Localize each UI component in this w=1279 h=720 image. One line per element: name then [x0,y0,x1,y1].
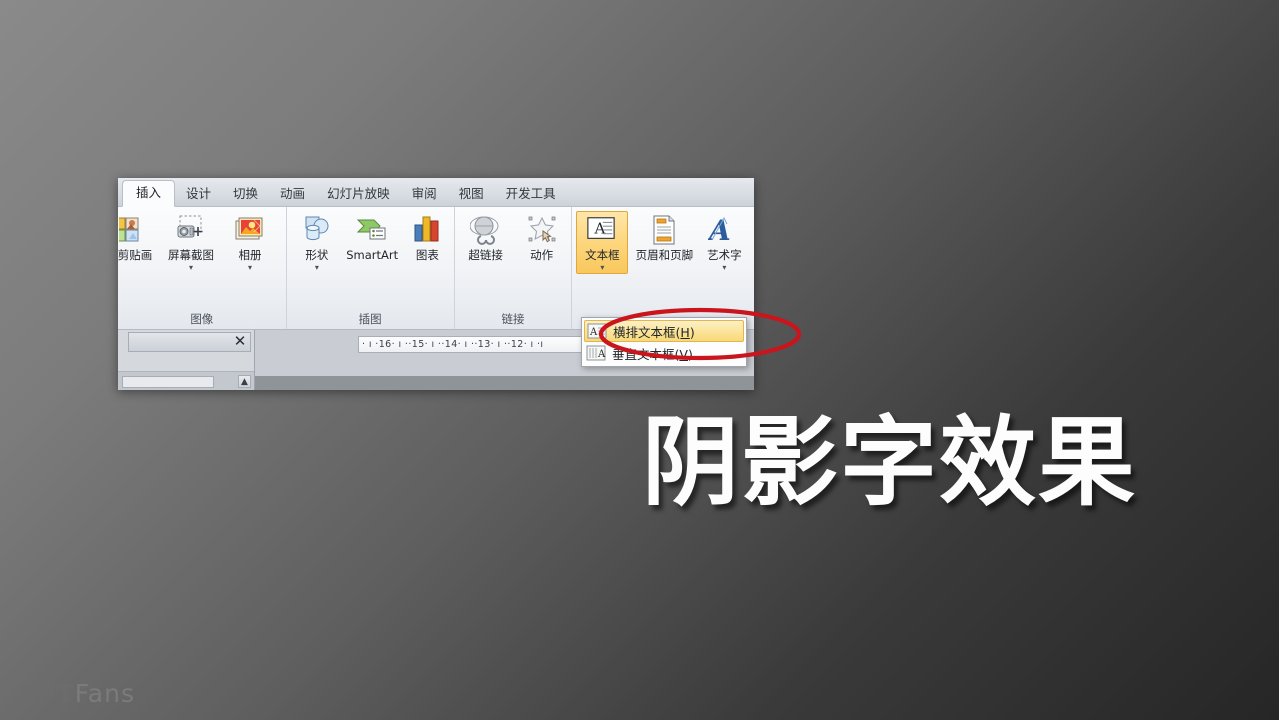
watermark-bold-part: PPT [18,679,75,708]
tab-label: 设计 [186,186,212,201]
hyperlink-icon [469,214,502,246]
tab-label: 审阅 [411,186,437,201]
tab-label: 动画 [280,186,306,201]
ribbon-group-items: A 文本框 ▾ 页眉和页脚 A 艺术字 ▾ [572,207,754,310]
smartart-icon [356,214,388,246]
ribbon-button-shapes[interactable]: 形状 ▾ [291,211,343,272]
ribbon-button-label: 页眉和页脚 [635,248,694,262]
ribbon-button-label: SmartArt [346,248,399,262]
pptfans-watermark: PPTFans [18,680,135,708]
ribbon-button-label: 图表 [415,248,439,262]
ribbon-button-label: 动作 [530,248,554,262]
tab-label: 插入 [136,185,162,200]
ribbon-group-label: 图像 [190,312,214,326]
ribbon-group-links: 超链接 动作 链接 [455,207,573,329]
scroll-up-icon[interactable]: ▲ [238,375,251,388]
svg-text:A: A [597,349,606,360]
menu-item-label: 横排文本框(H) [613,324,695,340]
page-title: 阴影字效果 [642,406,1137,519]
tab-label: 幻灯片放映 [327,186,390,201]
ribbon-group-items: 形状 ▾ SmartArt 图表 [287,207,454,310]
ribbon-button-wordart[interactable]: A 艺术字 ▾ [700,211,748,272]
watermark-light-part: Fans [74,679,135,708]
screenshot-icon [175,214,207,246]
ribbon-group-label: 插图 [358,312,382,326]
ribbon-button-label: 剪贴画 [118,248,153,262]
tab-animations[interactable]: 动画 [269,182,316,207]
tab-review[interactable]: 审阅 [401,182,448,207]
ribbon-button-label: 艺术字 [707,248,742,262]
ribbon-button-label: 形状 [305,248,329,262]
tab-view[interactable]: 视图 [448,182,495,207]
tab-slideshow[interactable]: 幻灯片放映 [316,182,401,207]
slide-canvas: 插入 设计 切换 动画 幻灯片放映 审阅 视图 开发工具 剪贴画 屏幕截图 ▾ … [0,0,1279,720]
ribbon-button-action[interactable]: 动作 [514,211,570,262]
svg-text:A: A [708,214,731,246]
chevron-down-icon[interactable]: ▾ [315,264,319,272]
ribbon-button-label: 相册 [238,248,262,262]
ribbon-group-images: 剪贴画 屏幕截图 ▾ 相册 ▾ 图像 [118,207,287,329]
chevron-down-icon[interactable]: ▾ [189,264,193,272]
menu-item-label: 垂直文本框(V) [612,346,693,362]
chevron-down-icon[interactable]: ▾ [248,264,252,272]
slides-outline-pane: ✕ ▲ [118,330,255,390]
chart-icon [411,214,443,246]
ribbon-tab-strip: 插入 设计 切换 动画 幻灯片放映 审阅 视图 开发工具 [118,178,754,207]
svg-text:A: A [589,327,598,338]
close-icon[interactable]: ✕ [232,333,248,349]
text-box-icon: A [586,214,618,246]
tab-developer[interactable]: 开发工具 [495,182,567,207]
tab-label: 切换 [233,186,259,201]
ribbon-button-label: 文本框 [585,248,620,262]
ribbon-group-items: 超链接 动作 [455,207,572,310]
ribbon-button-smartart[interactable]: SmartArt [343,211,401,262]
ribbon-group-label: 链接 [501,312,525,326]
shapes-icon [301,214,333,246]
ribbon-button-photo-album[interactable]: 相册 ▾ [222,211,278,272]
wordart-icon: A [708,214,740,246]
clipart-icon [119,214,151,246]
ribbon-button-label: 屏幕截图 [168,248,214,262]
tab-label: 视图 [458,186,484,201]
ribbon-body: 剪贴画 屏幕截图 ▾ 相册 ▾ 图像 形状 ▾ SmartArt 图表 插图 超… [118,207,754,330]
header-footer-icon [648,214,680,246]
text-box-dropdown-menu: A 横排文本框(H) A 垂直文本框(V) [581,317,747,367]
horizontal-text-box-icon: A [587,322,607,340]
pane-footer: ▲ [118,371,254,390]
chevron-down-icon[interactable]: ▾ [722,264,726,272]
ribbon-group-items: 剪贴画 屏幕截图 ▾ 相册 ▾ [118,207,286,310]
slide-thumbnail[interactable] [122,376,214,388]
menu-item-horizontal-text-box[interactable]: A 横排文本框(H) [584,320,744,342]
ribbon-group-text: A 文本框 ▾ 页眉和页脚 A 艺术字 ▾ [572,207,754,329]
tab-insert[interactable]: 插入 [122,180,176,207]
ribbon-button-clipart[interactable]: 剪贴画 [118,211,160,262]
powerpoint-screenshot-window: 插入 设计 切换 动画 幻灯片放映 审阅 视图 开发工具 剪贴画 屏幕截图 ▾ … [118,178,754,390]
ribbon-button-screenshot[interactable]: 屏幕截图 ▾ [160,211,222,272]
tab-transitions[interactable]: 切换 [222,182,269,207]
photo-album-icon [234,214,266,246]
ribbon-group-illustrations: 形状 ▾ SmartArt 图表 插图 [287,207,455,329]
ribbon-button-label: 超链接 [468,248,503,262]
ribbon-button-header-footer[interactable]: 页眉和页脚 [628,211,700,262]
ribbon-button-chart[interactable]: 图表 [401,211,453,262]
ribbon-button-text-box[interactable]: A 文本框 ▾ [576,211,629,274]
vertical-text-box-icon: A [586,344,606,362]
chevron-down-icon[interactable]: ▾ [600,264,604,272]
tab-design[interactable]: 设计 [175,182,222,207]
action-icon [526,214,558,246]
window-bottom-edge [255,376,754,390]
horizontal-ruler[interactable]: · ı ·16· ı ··15· ı ··14· ı ··13· ı ··12·… [358,336,616,353]
menu-item-vertical-text-box[interactable]: A 垂直文本框(V) [584,342,744,364]
ribbon-button-hyperlink[interactable]: 超链接 [458,211,514,262]
tab-label: 开发工具 [505,186,556,201]
